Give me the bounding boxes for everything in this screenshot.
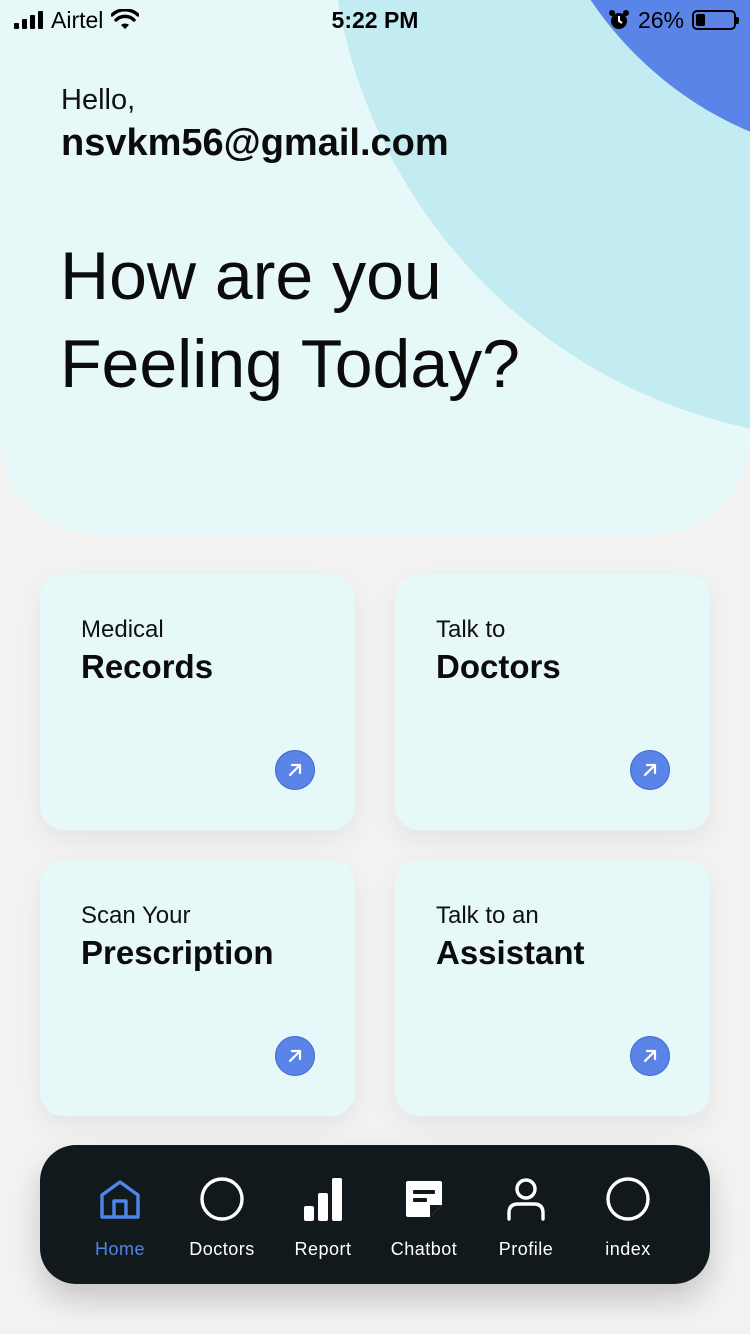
nav-label: Profile bbox=[498, 1239, 554, 1259]
battery-percent: 26% bbox=[637, 6, 684, 33]
card-medical-records[interactable]: Medical Records bbox=[40, 574, 355, 830]
card-title: Prescription bbox=[81, 934, 274, 971]
nav-label: Report bbox=[294, 1239, 352, 1259]
carrier-name: Airtel bbox=[51, 6, 104, 33]
card-title: Assistant bbox=[436, 934, 585, 971]
circle-icon bbox=[604, 1175, 652, 1223]
nav-item-chatbot[interactable]: Chatbot bbox=[374, 1175, 474, 1265]
nav-item-index[interactable]: index bbox=[578, 1175, 678, 1265]
nav-label: index bbox=[605, 1239, 651, 1259]
circle-icon bbox=[198, 1175, 246, 1223]
signal-icon bbox=[14, 11, 43, 29]
card-subtitle: Talk to bbox=[436, 616, 506, 643]
page-headline: How are you Feeling Today? bbox=[60, 232, 620, 408]
note-icon bbox=[400, 1175, 448, 1223]
arrow-up-right-icon[interactable] bbox=[630, 750, 670, 790]
nav-label: Doctors bbox=[189, 1239, 255, 1259]
nav-item-doctors[interactable]: Doctors bbox=[172, 1175, 272, 1265]
headline-line-2: Feeling Today? bbox=[60, 326, 520, 402]
nav-item-profile[interactable]: Profile bbox=[476, 1175, 576, 1265]
status-bar: Airtel 5:22 PM 26% bbox=[0, 0, 750, 40]
card-title: Doctors bbox=[436, 648, 561, 685]
nav-item-report[interactable]: Report bbox=[273, 1175, 373, 1265]
alarm-icon bbox=[608, 10, 629, 29]
arrow-up-right-icon[interactable] bbox=[275, 1036, 315, 1076]
card-title: Records bbox=[81, 648, 214, 685]
card-scan-prescription[interactable]: Scan Your Prescription bbox=[40, 860, 355, 1116]
greeting-text: Hello, bbox=[61, 84, 136, 116]
card-talk-to-assistant[interactable]: Talk to an Assistant bbox=[395, 860, 710, 1116]
card-talk-to-doctors[interactable]: Talk to Doctors bbox=[395, 574, 710, 830]
home-icon bbox=[96, 1175, 144, 1223]
user-email: nsvkm56@gmail.com bbox=[61, 122, 449, 164]
card-subtitle: Talk to an bbox=[436, 902, 539, 929]
bar-chart-icon bbox=[299, 1175, 347, 1223]
card-subtitle: Medical bbox=[81, 616, 164, 643]
nav-label: Home bbox=[94, 1239, 145, 1259]
nav-item-home[interactable]: Home bbox=[70, 1175, 170, 1265]
person-icon bbox=[502, 1175, 550, 1223]
arrow-up-right-icon[interactable] bbox=[275, 750, 315, 790]
arrow-up-right-icon[interactable] bbox=[630, 1036, 670, 1076]
battery-icon bbox=[692, 10, 739, 30]
nav-label: Chatbot bbox=[390, 1239, 458, 1259]
card-subtitle: Scan Your bbox=[81, 902, 191, 929]
wifi-icon bbox=[111, 9, 140, 29]
bottom-nav: Home Doctors Report Chatbot Profile inde… bbox=[40, 1145, 710, 1284]
headline-line-1: How are you bbox=[60, 238, 442, 314]
